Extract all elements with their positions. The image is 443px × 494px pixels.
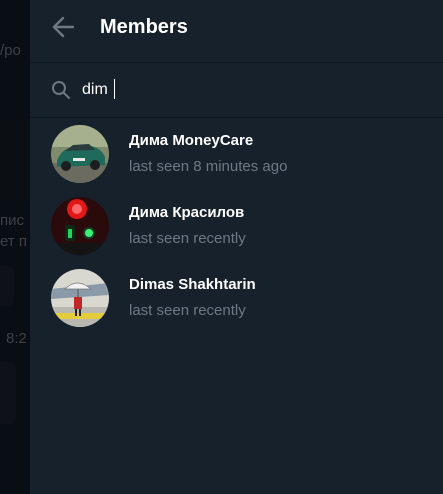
avatar bbox=[51, 197, 109, 255]
text-caret bbox=[114, 79, 115, 99]
members-list: Дима MoneyCare last seen 8 minutes ago Д… bbox=[30, 118, 443, 334]
search-icon bbox=[52, 81, 70, 99]
member-item[interactable]: Dimas Shakhtarin last seen recently bbox=[30, 262, 443, 334]
panel-header: Members bbox=[30, 0, 443, 54]
search-input[interactable] bbox=[82, 76, 422, 104]
avatar bbox=[51, 125, 109, 183]
members-panel: Members Дима bbox=[30, 0, 443, 494]
arrow-left-icon bbox=[52, 16, 75, 38]
member-status: last seen 8 minutes ago bbox=[129, 158, 288, 175]
back-button[interactable] bbox=[48, 13, 78, 41]
member-item[interactable]: Дима Красилов last seen recently bbox=[30, 190, 443, 262]
member-name: Dimas Shakhtarin bbox=[129, 276, 256, 293]
member-name: Дима Красилов bbox=[129, 204, 245, 221]
member-status: last seen recently bbox=[129, 302, 246, 319]
member-name: Дима MoneyCare bbox=[129, 132, 254, 149]
member-item[interactable]: Дима MoneyCare last seen 8 minutes ago bbox=[30, 118, 443, 190]
member-status: last seen recently bbox=[129, 230, 246, 247]
search-bar bbox=[30, 63, 443, 117]
page-title: Members bbox=[100, 16, 188, 38]
avatar bbox=[51, 269, 109, 327]
